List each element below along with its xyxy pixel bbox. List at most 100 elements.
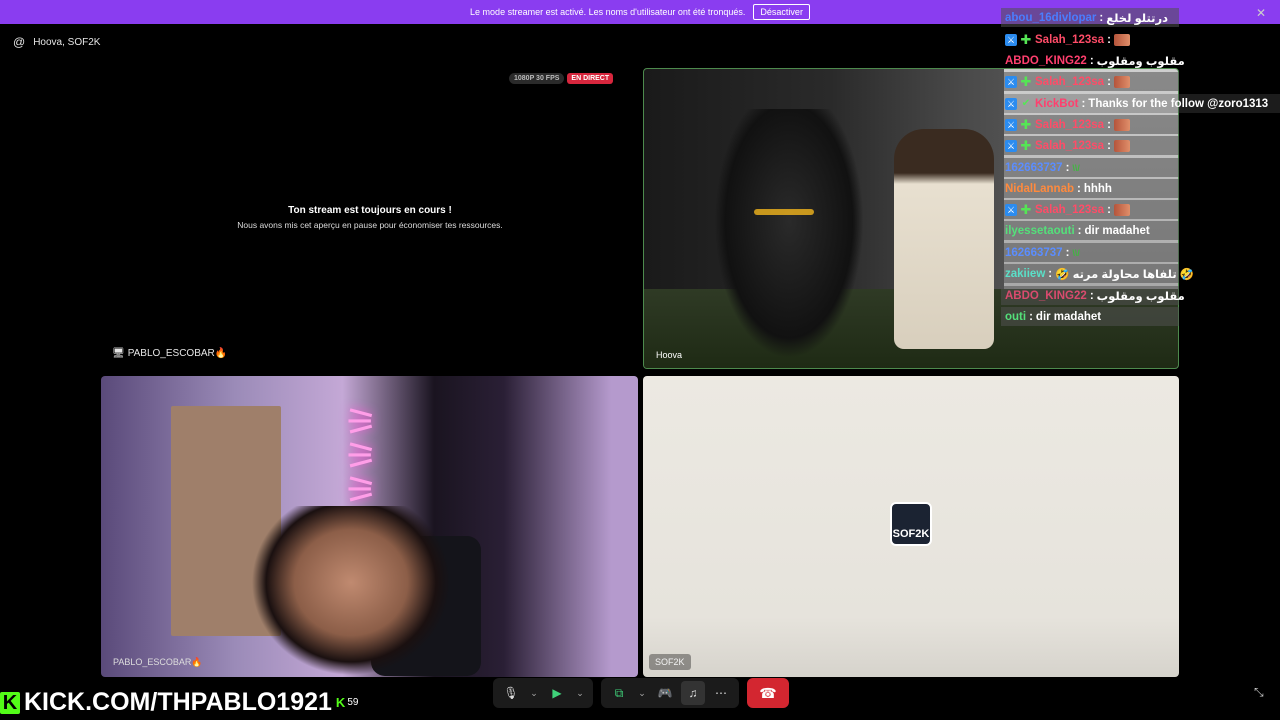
screen-icon: 🖥 [112, 348, 125, 359]
kick-brand: K KICK.COM/THPABLO1921 K 59 [0, 688, 358, 717]
chat-separator: : [1099, 11, 1104, 24]
chat-separator: : [1065, 161, 1070, 174]
call-controls: 🎙 ⌄ ▶ ⌄ ⧉ ⌄ 🎮 ♫ ⋯ ☎ [493, 677, 789, 709]
chat-text: مقلوب ومقلوب [1096, 290, 1185, 303]
emote-icon [1113, 75, 1130, 88]
room-title-text: Hoova, SOF2K [33, 36, 101, 48]
chat-message: ⚔ ✔ KickBot : Thanks for the follow @zoro1… [1001, 94, 1280, 113]
emote-icon [1113, 203, 1130, 216]
chat-message: ⚔ ✚ Salah_123sa : [1001, 136, 1179, 155]
chat-username[interactable]: Salah_123sa [1035, 76, 1104, 88]
chat-separator: : [1077, 224, 1082, 237]
chat-separator: : [1107, 33, 1111, 46]
camera-options-chevron-icon[interactable]: ⌄ [573, 681, 587, 705]
chat-separator: : [1107, 139, 1111, 152]
tile-label-hoova: Hoova [656, 350, 683, 360]
disable-streamer-mode-button[interactable]: Désactiver [753, 4, 810, 20]
mic-options-chevron-icon[interactable]: ⌄ [527, 681, 541, 705]
paused-title: Ton stream est toujours en cours ! [288, 205, 452, 216]
chat-separator: : [1107, 118, 1111, 131]
chat-message: ⚔ ✚ Salah_123sa : [1001, 115, 1179, 134]
pablo-header: 🖥 PABLO_ESCOBAR🔥 [112, 348, 227, 359]
sword-badge-icon: ⚔ [1005, 75, 1017, 88]
chat-username[interactable]: ABDO_KING22 [1005, 290, 1087, 302]
chat-message: zakiiew : 🤣 تلفاها محاولة مرته 🤣 [1001, 264, 1194, 283]
kick-url: KICK.COM/THPABLO1921 [24, 688, 332, 716]
video-person [894, 129, 994, 349]
chat-text: Thanks for the follow @zoro1313 [1088, 97, 1269, 110]
chat-username[interactable]: Salah_123sa [1035, 34, 1104, 46]
kick-logo-icon: K [0, 691, 20, 714]
chat-message: outi : dir madahet [1001, 307, 1179, 326]
chat-username[interactable]: 162663737 [1005, 162, 1063, 174]
neon-sign: ⚞ ⚞ ⚞ [343, 402, 379, 512]
chat-username[interactable]: ilyessetaouti [1005, 225, 1075, 237]
soundboard-button[interactable]: ♫ [681, 681, 705, 705]
chat-username[interactable]: Salah_123sa [1035, 119, 1104, 131]
sword-badge-icon: ⚔ [1005, 97, 1017, 110]
emote-icon [1113, 33, 1130, 46]
chat-message: ilyessetaouti : dir madahet [1001, 221, 1179, 240]
chat-message: ABDO_KING22 : مقلوب ومقلوب [1001, 51, 1189, 70]
room-title: @ Hoova, SOF2K [13, 35, 100, 49]
plus-badge-icon: ✚ [1020, 31, 1032, 47]
chat-message: ⚔ ✚ Salah_123sa : [1001, 200, 1179, 219]
pablo-header-text: PABLO_ESCOBAR🔥 [127, 348, 228, 359]
viewer-count: K 59 [336, 695, 359, 710]
chat-message: 162663737 : \\/ [1001, 158, 1179, 177]
chat-username[interactable]: Salah_123sa [1035, 204, 1104, 216]
camera-button[interactable]: ▶ [545, 681, 569, 705]
chat-message: ABDO_KING22 : مقلوب ومقلوب [1001, 286, 1185, 305]
video-tile-sof2k[interactable]: SOF2K SOF2K [643, 376, 1179, 677]
chat-text: dir madahet [1084, 224, 1150, 237]
chat-username[interactable]: Salah_123sa [1035, 140, 1104, 152]
plus-badge-icon: ✚ [1020, 73, 1032, 89]
microphone-button[interactable]: 🎙 [499, 681, 523, 705]
chat-username[interactable]: NidalLannab [1005, 183, 1074, 195]
verified-badge-icon: ✔ [1021, 97, 1031, 109]
chat-username[interactable]: zakiiew [1005, 268, 1045, 280]
chat-message: ⚔ ✚ Salah_123sa : [1001, 72, 1179, 91]
chat-username[interactable]: ABDO_KING22 [1005, 55, 1087, 67]
chat-text: درتتلو لخلع [1106, 12, 1169, 25]
plus-badge-icon: ✚ [1020, 137, 1032, 153]
video-motorbike [714, 109, 864, 359]
sword-badge-icon: ⚔ [1005, 139, 1017, 152]
hang-up-button[interactable]: ☎ [747, 678, 789, 708]
sof2k-avatar: SOF2K [890, 502, 932, 546]
share-controls: ⧉ ⌄ 🎮 ♫ ⋯ [601, 678, 739, 708]
chat-message: abou_16divlopar : درتتلو لخلع [1001, 8, 1179, 27]
video-headlight [754, 209, 814, 215]
activity-gamepad-button[interactable]: 🎮 [653, 681, 677, 705]
share-options-chevron-icon[interactable]: ⌄ [635, 681, 649, 705]
at-icon: @ [13, 35, 26, 49]
video-tile-pablo[interactable]: ⚞ ⚞ ⚞ PABLO_ESCOBAR🔥 [101, 376, 638, 677]
video-person [251, 506, 451, 676]
chat-separator: : [1048, 267, 1053, 280]
banner-text: Le mode streamer est activé. Les noms d'… [470, 7, 746, 17]
chat-separator: : [1065, 246, 1070, 259]
more-options-button[interactable]: ⋯ [709, 681, 733, 705]
quality-badge: 1080P 30 FPS [509, 73, 565, 84]
chat-username[interactable]: abou_16divlopar [1005, 12, 1096, 24]
sword-badge-icon: ⚔ [1005, 118, 1017, 131]
chat-username[interactable]: KickBot [1035, 98, 1078, 110]
sword-badge-icon: ⚔ [1005, 33, 1017, 46]
chat-separator: : [1029, 310, 1033, 323]
screen-share-button[interactable]: ⧉ [607, 681, 631, 705]
sword-badge-icon: ⚔ [1005, 203, 1017, 216]
chat-username[interactable]: 162663737 [1005, 247, 1063, 259]
stream-badges: 1080P 30 FPS EN DIRECT [509, 73, 614, 84]
kick-small-icon: K [335, 695, 346, 710]
emote-icon: \\/ [1072, 162, 1080, 173]
viewer-count-value: 59 [347, 697, 359, 708]
chat-separator: : [1081, 97, 1086, 110]
chat-separator: : [1107, 75, 1111, 88]
close-icon[interactable]: ✕ [1256, 6, 1266, 20]
chat-username[interactable]: outi [1005, 311, 1026, 323]
chat-separator: : [1089, 289, 1094, 302]
collapse-fullscreen-icon[interactable]: ⤡ [1254, 685, 1264, 700]
chat-text: dir madahet [1035, 310, 1102, 323]
paused-preview: Ton stream est toujours en cours ! Nous … [200, 205, 540, 230]
tile-label-pablo: PABLO_ESCOBAR🔥 [113, 657, 203, 667]
